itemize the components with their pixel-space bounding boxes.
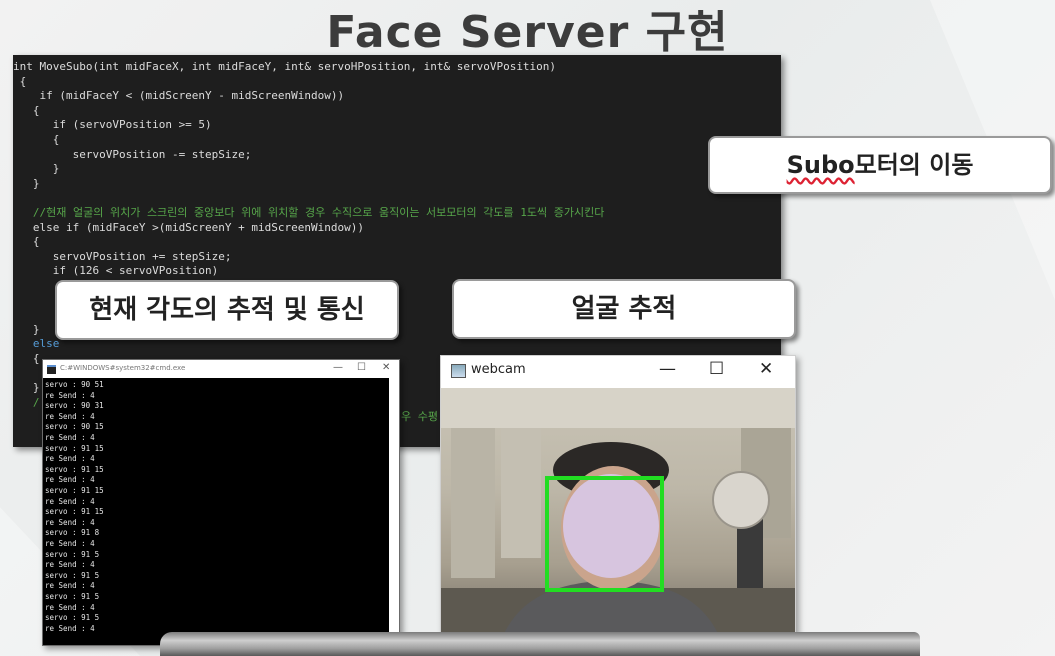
webcam-scene xyxy=(441,388,795,640)
console-line: servo : 91 15 xyxy=(45,443,104,453)
console-line: re Send : 4 xyxy=(45,496,95,506)
callout-motor-prefix: Subo xyxy=(786,151,855,179)
code-line: } xyxy=(13,162,60,176)
callout-motor-suffix: 모터의 이동 xyxy=(854,151,974,179)
maximize-icon[interactable]: ☐ xyxy=(357,362,366,373)
code-line: { xyxy=(13,133,60,146)
console-line: re Send : 4 xyxy=(45,433,95,442)
webcam-titlebar: webcam — ☐ ✕ xyxy=(441,356,795,388)
console-line: re Send : 4 xyxy=(45,623,95,633)
console-line: servo : 91 15 xyxy=(45,464,104,474)
console-app-icon xyxy=(47,365,56,374)
console-line: re Send : 4 xyxy=(45,539,95,548)
cmd-scrollbar[interactable]: ▾ xyxy=(389,378,399,645)
code-line: { xyxy=(13,103,40,117)
console-line: re Send : 4 xyxy=(45,581,95,591)
console-line: servo : 91 5 xyxy=(45,613,100,623)
wall-panel xyxy=(451,428,495,578)
webcam-video-frame xyxy=(441,388,795,640)
decorative-bar xyxy=(160,632,920,656)
console-line: re Send : 4 xyxy=(45,517,95,527)
code-line: else if (midFaceY >(midScreenY + midScre… xyxy=(13,220,364,234)
console-line: servo : 91 15 xyxy=(45,486,104,495)
code-line: if (126 < servoVPosition) xyxy=(13,264,219,278)
console-line: servo : 90 15 xyxy=(45,422,104,432)
code-line: } xyxy=(13,176,40,190)
webcam-app-icon xyxy=(451,364,466,378)
webcam-window-title: webcam xyxy=(471,362,526,377)
code-line: / xyxy=(13,395,40,409)
code-line: //현재 얼굴의 위치가 스크린의 중앙보다 위에 위치할 경우 수직으로 움직… xyxy=(13,206,605,219)
ceiling xyxy=(441,388,795,428)
code-line: else xyxy=(13,337,60,351)
console-line: servo : 91 15 xyxy=(45,507,104,517)
face-blur xyxy=(563,474,659,578)
console-line: re Send : 4 xyxy=(45,390,95,400)
callout-face-tracking: 얼굴 추적 xyxy=(452,279,796,339)
console-line: servo : 91 5 xyxy=(45,549,100,559)
console-line: re Send : 4 xyxy=(45,475,95,485)
maximize-icon[interactable]: ☐ xyxy=(709,359,724,379)
slide-title: Face Server 구현 xyxy=(326,7,729,58)
console-line: re Send : 4 xyxy=(45,454,95,464)
cmd-window-title: C:#WINDOWS#system32#cmd.exe xyxy=(60,364,186,372)
code-line: { xyxy=(13,235,40,249)
close-icon[interactable]: ✕ xyxy=(759,359,773,379)
callout-motor-movement: Subo모터의 이동 xyxy=(708,136,1052,194)
console-line: servo : 90 51 xyxy=(45,380,104,389)
electric-fan xyxy=(712,471,770,529)
callout-angle-tracking: 현재 각도의 추적 및 통신 xyxy=(55,280,399,340)
console-line: re Send : 4 xyxy=(45,411,95,421)
close-icon[interactable]: ✕ xyxy=(382,362,390,373)
code-line: if (midFaceY < (midScreenY - midScreenWi… xyxy=(13,89,345,103)
cmd-output: servo : 90 51 re Send : 4 servo : 90 31 re … xyxy=(43,380,389,645)
webcam-window: webcam — ☐ ✕ xyxy=(440,355,796,641)
minimize-icon[interactable]: — xyxy=(333,362,343,373)
console-line: servo : 91 5 xyxy=(45,592,100,601)
code-line: if (servoVPosition >= 5) xyxy=(13,118,212,132)
code-line: { xyxy=(13,74,27,88)
cmd-console-window: C:#WINDOWS#system32#cmd.exe — ☐ ✕ servo … xyxy=(42,359,400,646)
console-line: servo : 90 31 xyxy=(45,401,104,411)
console-line: servo : 91 8 xyxy=(45,528,100,538)
code-line: { xyxy=(13,352,40,365)
console-line: re Send : 4 xyxy=(45,602,95,612)
code-line: servoVPosition -= stepSize; xyxy=(13,147,252,161)
wall-poster xyxy=(737,518,763,598)
wall-panel xyxy=(501,428,541,558)
minimize-icon[interactable]: — xyxy=(659,359,676,379)
code-line: } xyxy=(13,322,40,336)
code-line: } xyxy=(13,381,40,395)
code-partial-comment: 우 수평 xyxy=(401,410,438,423)
code-line: int MoveSubo(int midFaceX, int midFaceY,… xyxy=(13,60,557,73)
console-line: servo : 91 5 xyxy=(45,570,100,580)
console-line: re Send : 4 xyxy=(45,560,95,570)
cmd-titlebar: C:#WINDOWS#system32#cmd.exe — ☐ ✕ xyxy=(43,360,399,378)
code-line: servoVPosition += stepSize; xyxy=(13,249,232,263)
